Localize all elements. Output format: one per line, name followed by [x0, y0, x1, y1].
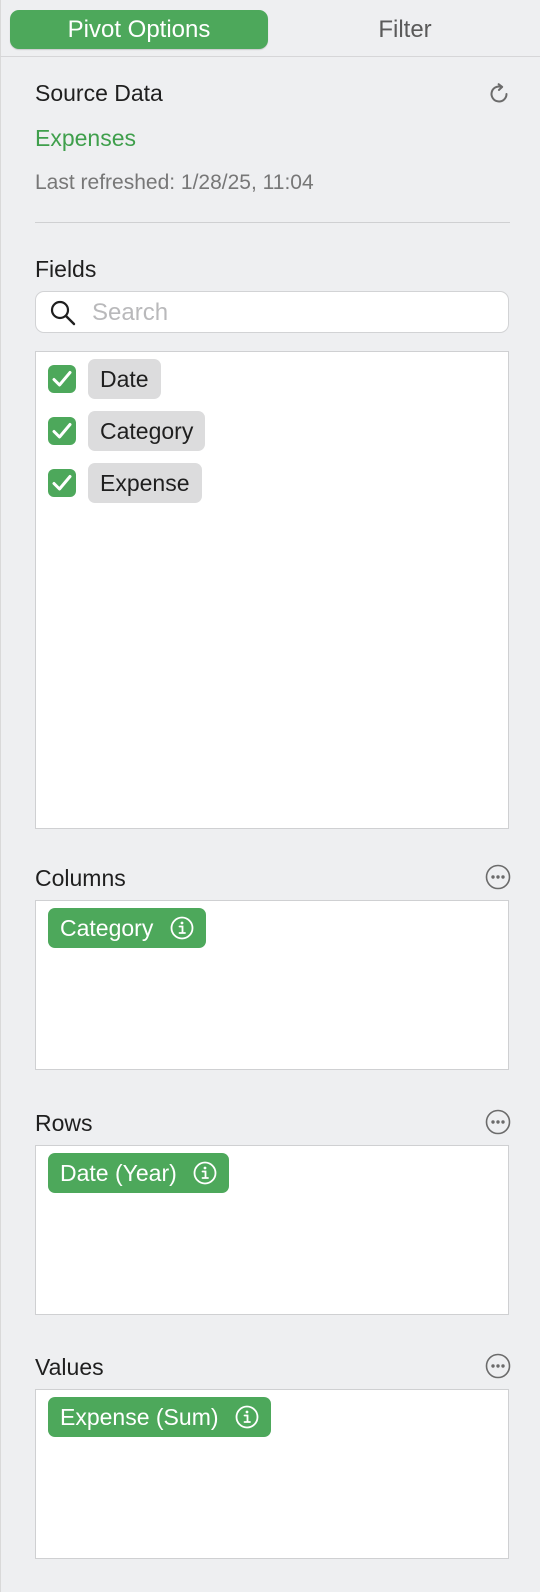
checkmark-icon — [52, 423, 72, 439]
refresh-icon[interactable] — [486, 81, 512, 107]
checkbox-checked[interactable] — [48, 469, 76, 497]
rows-heading: Rows — [35, 1110, 93, 1136]
fields-list: Date Category Expense — [35, 351, 509, 829]
row-pill-date-year[interactable]: Date (Year) — [48, 1153, 230, 1193]
info-icon[interactable] — [170, 916, 194, 940]
source-data-heading: Source Data — [35, 80, 163, 106]
field-chip[interactable]: Category — [88, 411, 206, 451]
checkmark-icon — [52, 371, 72, 387]
rows-drop-zone[interactable]: Date (Year) — [35, 1145, 509, 1315]
fields-heading: Fields — [35, 256, 97, 282]
pill-label: Expense (Sum) — [60, 1404, 219, 1430]
checkmark-icon — [52, 475, 72, 491]
panel-left-border — [0, 0, 1, 1592]
values-drop-zone[interactable]: Expense (Sum) — [35, 1389, 509, 1559]
fields-search — [35, 291, 509, 333]
info-icon[interactable] — [235, 1405, 259, 1429]
column-pill-category[interactable]: Category — [48, 908, 206, 948]
info-icon[interactable] — [193, 1161, 217, 1185]
values-heading: Values — [35, 1354, 104, 1380]
source-data-link[interactable]: Expenses — [35, 125, 136, 152]
field-chip[interactable]: Date — [88, 359, 161, 399]
pill-label: Category — [60, 915, 154, 941]
more-options-icon[interactable] — [485, 1109, 511, 1135]
pill-label: Date (Year) — [60, 1160, 177, 1186]
checkbox-checked[interactable] — [48, 417, 76, 445]
tab-pivot-options[interactable]: Pivot Options — [10, 10, 268, 49]
more-options-icon[interactable] — [485, 864, 511, 890]
search-input[interactable] — [90, 296, 494, 330]
tab-filter[interactable]: Filter — [282, 10, 528, 49]
columns-heading: Columns — [35, 865, 126, 891]
last-refreshed-text: Last refreshed: 1/28/25, 11:04 — [35, 171, 314, 194]
value-pill-expense-sum[interactable]: Expense (Sum) — [48, 1397, 271, 1437]
tab-bar: Pivot Options Filter — [0, 0, 540, 57]
more-options-icon[interactable] — [485, 1353, 511, 1379]
checkbox-checked[interactable] — [48, 365, 76, 393]
search-icon — [50, 300, 76, 326]
section-divider — [35, 222, 510, 223]
columns-drop-zone[interactable]: Category — [35, 900, 509, 1070]
field-chip[interactable]: Expense — [88, 463, 202, 503]
